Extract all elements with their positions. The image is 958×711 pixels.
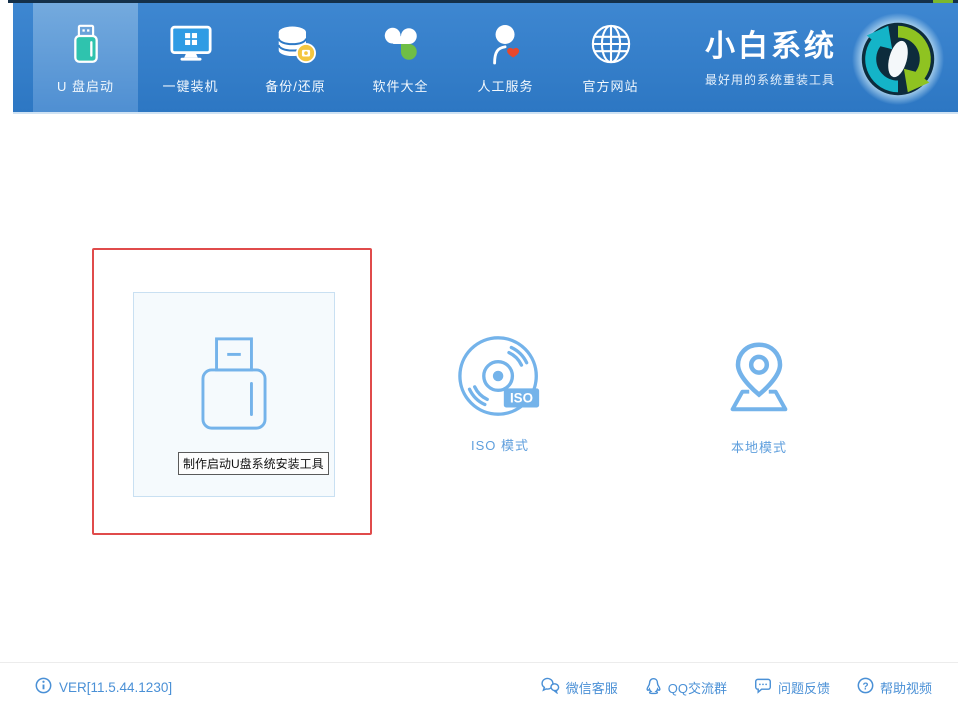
usb-drive-icon <box>70 20 102 68</box>
tab-label: U 盘启动 <box>57 76 114 95</box>
local-mode-label: 本地模式 <box>731 437 787 456</box>
svg-text:?: ? <box>862 681 868 692</box>
wechat-service-link[interactable]: 微信客服 <box>541 677 618 697</box>
info-icon <box>35 677 52 697</box>
globe-icon <box>590 20 632 68</box>
link-label: 帮助视频 <box>880 678 932 697</box>
tab-backup-restore[interactable]: 备份/还原 <box>243 3 348 112</box>
version-info: VER[11.5.44.1230] <box>35 677 172 697</box>
service-person-icon <box>487 20 525 68</box>
brand-title: 小白系统 <box>705 30 837 64</box>
usb-mode-tooltip: 制作启动U盘系统安装工具 <box>178 452 329 475</box>
tab-label: 一键装机 <box>162 76 218 95</box>
feedback-link[interactable]: 问题反馈 <box>754 677 830 697</box>
app-window: U 盘启动 一键装机 <box>0 0 958 711</box>
software-grid-icon <box>382 20 420 68</box>
status-links: 微信客服 QQ交流群 <box>541 677 932 698</box>
top-navbar: U 盘启动 一键装机 <box>13 3 958 114</box>
help-video-link[interactable]: ? 帮助视频 <box>857 677 932 697</box>
qq-penguin-icon <box>645 677 662 698</box>
location-pin-icon <box>714 332 804 425</box>
brand-tagline: 最好用的系统重装工具 <box>705 71 837 88</box>
tab-usb-boot[interactable]: U 盘启动 <box>33 3 138 112</box>
iso-disc-icon: ISO <box>456 334 544 423</box>
tab-label: 官方网站 <box>582 76 638 95</box>
iso-mode-label: ISO 模式 <box>471 435 529 454</box>
tab-one-click-install[interactable]: 一键装机 <box>138 3 243 112</box>
link-label: 问题反馈 <box>778 678 830 697</box>
tab-label: 人工服务 <box>477 76 533 95</box>
iso-badge: ISO <box>510 391 533 406</box>
tab-software-collection[interactable]: 软件大全 <box>348 3 453 112</box>
qq-group-link[interactable]: QQ交流群 <box>645 677 727 698</box>
help-icon: ? <box>857 677 874 697</box>
tab-label: 备份/还原 <box>265 76 326 95</box>
iso-mode-card[interactable]: ISO ISO 模式 <box>430 334 570 454</box>
wechat-icon <box>541 677 560 697</box>
backup-database-icon <box>275 20 317 68</box>
feedback-bubble-icon <box>754 677 772 697</box>
brand-logo-icon <box>851 12 945 106</box>
usb-mode-icon <box>190 335 278 437</box>
status-bar: VER[11.5.44.1230] 微信客服 QQ交流群 <box>0 662 958 711</box>
local-mode-card[interactable]: 本地模式 <box>689 332 829 456</box>
version-text: VER[11.5.44.1230] <box>59 680 172 695</box>
link-label: 微信客服 <box>566 678 618 697</box>
link-label: QQ交流群 <box>668 678 727 697</box>
tab-label: 软件大全 <box>372 76 428 95</box>
monitor-windows-icon <box>170 20 212 68</box>
brand-block: 小白系统 最好用的系统重装工具 <box>705 3 945 114</box>
tab-manual-service[interactable]: 人工服务 <box>453 3 558 112</box>
tab-official-website[interactable]: 官方网站 <box>558 3 663 112</box>
